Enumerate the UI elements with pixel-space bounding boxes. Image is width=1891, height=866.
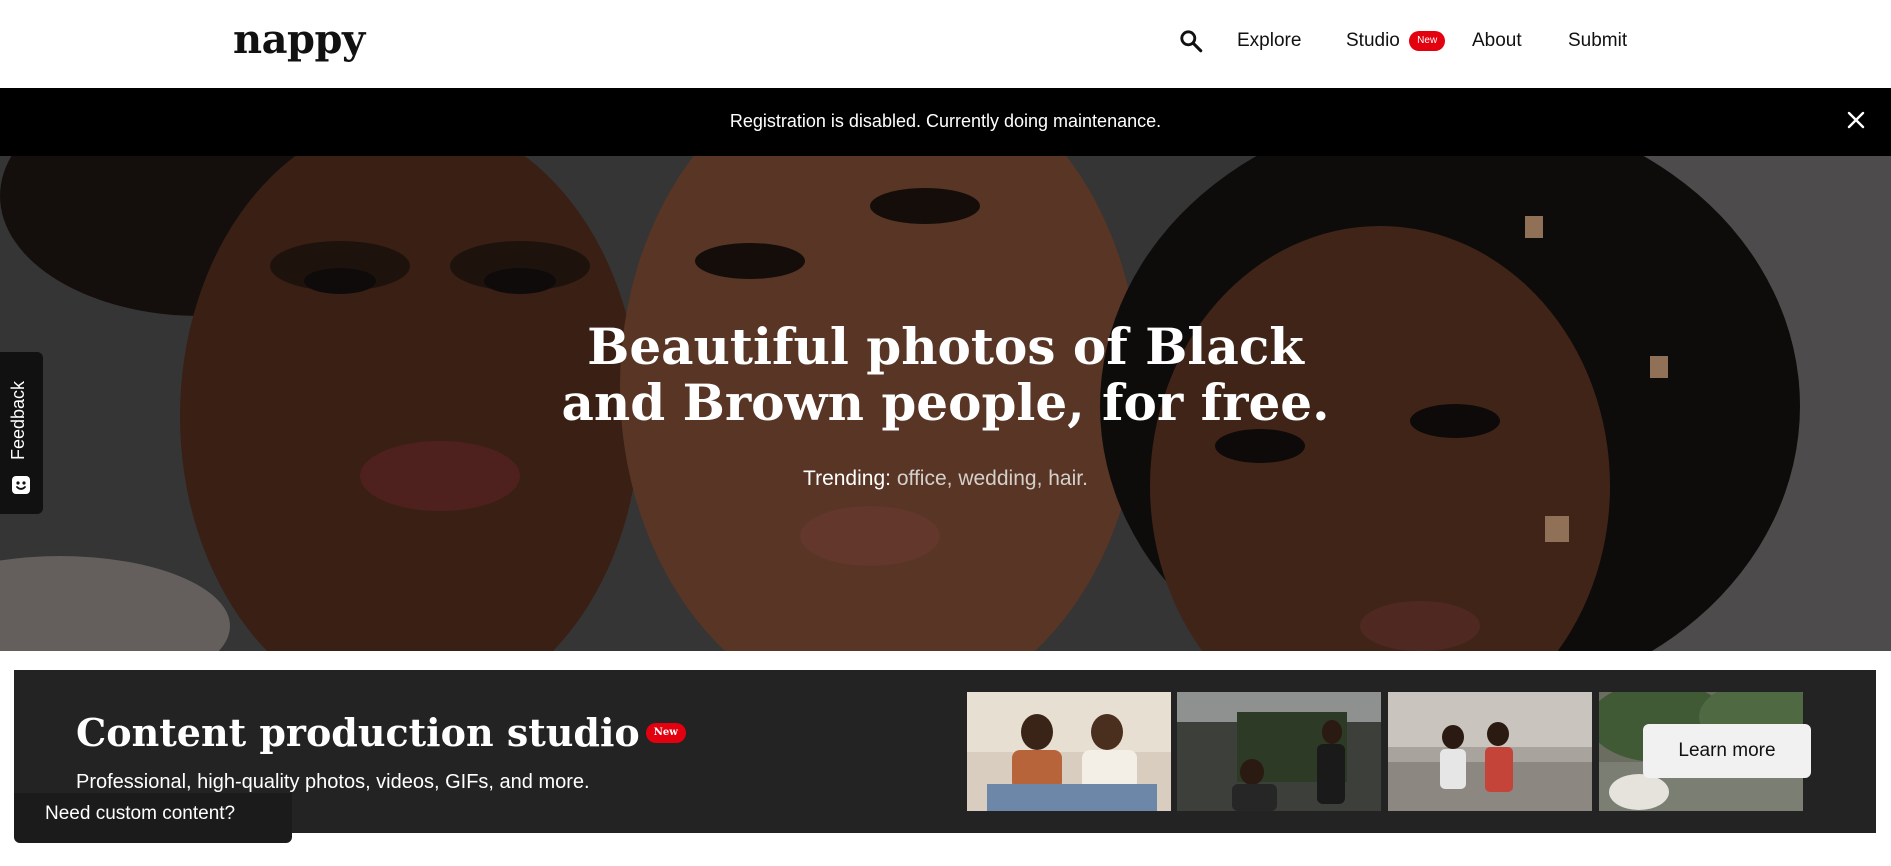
thumbnail-1[interactable] <box>967 692 1171 811</box>
nav-about[interactable]: About <box>1472 30 1522 52</box>
search-icon[interactable] <box>1178 28 1204 54</box>
trending-wedding[interactable]: wedding, <box>958 467 1042 490</box>
custom-content-label: Need custom content? <box>45 803 236 824</box>
nav-submit[interactable]: Submit <box>1568 30 1627 52</box>
trending-wedding-text: wedding <box>958 467 1037 490</box>
studio-panel: Content production studio New Professiona… <box>14 670 1876 833</box>
custom-content-button[interactable]: Need custom content? <box>14 793 292 843</box>
feedback-tab[interactable]: Feedback <box>0 352 43 514</box>
nav-explore[interactable]: Explore <box>1237 30 1301 52</box>
hero-section: Beautiful photos of Black and Brown peop… <box>0 156 1891 651</box>
close-icon[interactable] <box>1846 110 1866 130</box>
hero-title-line1: Beautiful photos of Black <box>587 317 1304 376</box>
studio-title: Content production studio New <box>76 710 686 755</box>
trending-office[interactable]: office, <box>897 467 953 490</box>
smiley-icon <box>12 476 30 494</box>
banner-message: Registration is disabled. Currently doin… <box>729 111 1162 131</box>
trending: Trending: office, wedding, hair. <box>0 467 1891 491</box>
learn-more-button[interactable]: Learn more <box>1643 724 1811 778</box>
hero-title: Beautiful photos of Black and Brown peop… <box>0 319 1891 431</box>
new-badge: New <box>1409 30 1446 51</box>
studio-new-badge: New <box>645 722 686 743</box>
feedback-label: Feedback <box>8 380 28 460</box>
nav-studio[interactable]: Studio New <box>1346 30 1446 52</box>
studio-title-text: Content production studio <box>76 710 640 755</box>
studio-subtitle: Professional, high-quality photos, video… <box>76 771 590 793</box>
trending-office-text: office <box>896 467 947 490</box>
nav-studio-label: Studio <box>1346 30 1400 51</box>
site-header: nappy Explore Studio New About Submit <box>0 0 1891 88</box>
trending-label: Trending: <box>803 467 891 490</box>
hero-title-line2: and Brown people, for free. <box>561 373 1330 432</box>
logo[interactable]: nappy <box>233 16 365 63</box>
thumbnail-3[interactable] <box>1388 692 1592 811</box>
maintenance-banner: Registration is disabled. Currently doin… <box>0 88 1891 156</box>
thumbnail-2[interactable] <box>1177 692 1381 811</box>
trending-hair[interactable]: hair. <box>1048 467 1088 490</box>
